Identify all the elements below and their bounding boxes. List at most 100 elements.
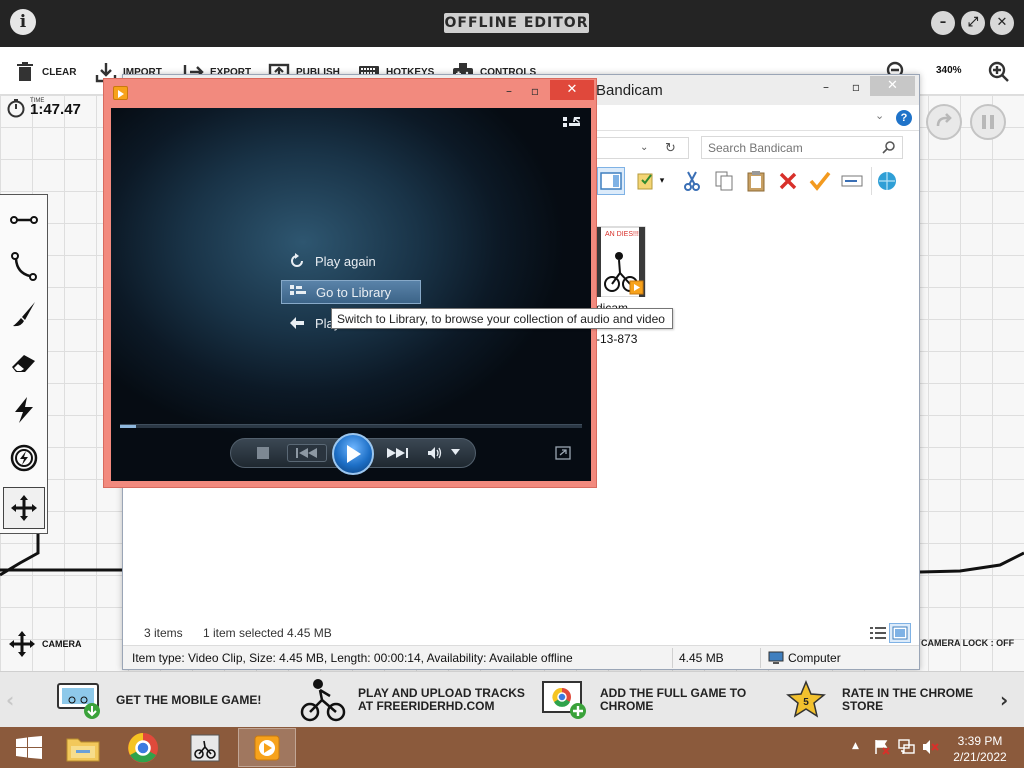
promo-add-to-chrome[interactable]: ADD THE FULL GAME TO CHROME <box>542 678 746 722</box>
clear-button[interactable]: CLEAR <box>14 60 76 84</box>
seek-progress <box>120 425 137 428</box>
curve-tool[interactable] <box>3 245 45 287</box>
seek-bar[interactable] <box>120 424 582 428</box>
video-area[interactable]: Play again Go to Library Play <box>111 108 591 481</box>
stop-button[interactable] <box>257 447 269 459</box>
delete-button[interactable] <box>775 167 801 195</box>
pause-icon <box>982 115 994 129</box>
eraser-tool[interactable] <box>3 341 45 383</box>
help-icon[interactable]: ? <box>896 110 912 126</box>
power-up-icon <box>10 444 38 472</box>
search-input[interactable] <box>708 140 876 156</box>
network-icon[interactable] <box>898 739 916 755</box>
switch-to-library-icon[interactable] <box>563 117 581 138</box>
clock-date: 2/21/2022 <box>953 750 1007 764</box>
player-minimize-button[interactable]: – <box>496 82 522 100</box>
camera-button[interactable]: CAMERA <box>8 630 82 658</box>
player-maximize-button[interactable]: ▫ <box>522 82 548 100</box>
clock-time: 3:39 PM <box>957 734 1003 748</box>
details-location: Computer <box>788 651 841 665</box>
details-view-button[interactable] <box>868 624 888 642</box>
taskbar-chrome[interactable] <box>114 728 172 767</box>
volume-muted-icon[interactable] <box>922 739 940 755</box>
straight-line-tool[interactable] <box>3 199 45 241</box>
explorer-minimize-button[interactable]: – <box>813 77 839 97</box>
bandicam-button[interactable] <box>871 167 901 195</box>
promo-rate[interactable]: 5 RATE IN THE CHROME STORE <box>782 678 973 722</box>
info-icon[interactable]: i <box>10 9 36 35</box>
move-tool[interactable] <box>3 487 45 529</box>
rename-button[interactable] <box>839 167 865 195</box>
explorer-maximize-button[interactable]: ▫ <box>843 77 869 97</box>
next-button[interactable] <box>381 444 415 462</box>
player-close-button[interactable]: ✕ <box>550 80 594 100</box>
explorer-close-button[interactable]: ✕ <box>870 76 915 96</box>
promo-prev-icon[interactable]: ‹ <box>6 688 14 712</box>
video-file-thumbnail[interactable]: AN DIES!!! <box>593 225 647 298</box>
pause-button[interactable] <box>970 104 1006 140</box>
zoom-level: 340% <box>936 65 962 76</box>
brush-icon <box>13 302 35 327</box>
chevron-down-icon <box>451 449 460 455</box>
checkmark-icon <box>809 171 831 191</box>
taskbar-media-player[interactable] <box>238 728 296 767</box>
redo-button[interactable] <box>926 104 962 140</box>
search-icon <box>882 141 895 154</box>
minimize-button[interactable]: – <box>931 11 955 35</box>
camera-lock-toggle[interactable]: CAMERA LOCK : OFF <box>921 638 1014 648</box>
refresh-icon[interactable]: ↻ <box>665 141 685 159</box>
preview-pane-button[interactable] <box>597 167 625 195</box>
paste-button[interactable] <box>743 167 769 195</box>
details-view-icon <box>870 627 886 639</box>
mute-button[interactable] <box>427 446 443 460</box>
file-explorer-icon <box>66 738 100 761</box>
ribbon-collapse-icon[interactable]: ⌄ <box>875 109 884 122</box>
play-again-label: Play again <box>315 253 376 269</box>
action-center-icon[interactable] <box>874 739 890 755</box>
previous-button[interactable] <box>287 444 327 462</box>
search-field[interactable] <box>701 136 903 159</box>
promo-upload-tracks[interactable]: PLAY AND UPLOAD TRACKS AT FREERIDERHD.CO… <box>300 678 525 722</box>
start-icon <box>16 735 42 759</box>
power-up-tool[interactable] <box>3 437 45 479</box>
taskbar-free-rider[interactable] <box>176 728 234 767</box>
zoom-in-button[interactable] <box>988 60 1010 84</box>
taskbar-file-explorer[interactable] <box>54 728 112 767</box>
camera-label: CAMERA <box>42 639 82 649</box>
address-dropdown-icon[interactable]: ⌄ <box>640 142 648 153</box>
start-button[interactable] <box>0 728 58 767</box>
selection-info: 1 item selected 4.45 MB <box>203 626 332 640</box>
boost-tool[interactable] <box>3 389 45 431</box>
brush-tool[interactable] <box>3 293 45 335</box>
go-to-library-option[interactable]: Go to Library <box>281 280 421 304</box>
thumbnail-caption: AN DIES!!! <box>605 231 639 238</box>
computer-icon <box>768 651 784 664</box>
select-button[interactable] <box>807 167 833 195</box>
promo-next-icon[interactable]: › <box>1000 688 1008 712</box>
app-title: OFFLINE EDITOR <box>444 13 589 33</box>
close-button[interactable]: ✕ <box>990 11 1014 35</box>
chrome-browser-icon <box>542 681 586 719</box>
play-icon <box>347 445 361 463</box>
show-hidden-icons[interactable]: ▲ <box>852 741 859 751</box>
delete-icon <box>779 172 797 190</box>
copy-button[interactable] <box>711 167 737 195</box>
explorer-details-bar: Item type: Video Clip, Size: 4.45 MB, Le… <box>123 645 919 669</box>
library-tooltip: Switch to Library, to browse your collec… <box>331 308 673 329</box>
fullscreen-button[interactable] <box>555 446 571 465</box>
timer-label: TIME <box>30 98 45 104</box>
promo-mobile-game[interactable]: GET THE MOBILE GAME! <box>56 678 261 722</box>
race-timer: TIME 1:47.47 <box>6 97 81 118</box>
properties-dropdown-icon[interactable]: ▾ <box>655 167 669 195</box>
cut-button[interactable] <box>679 167 705 195</box>
maximize-button[interactable]: ⤢ <box>961 11 985 35</box>
properties-icon <box>637 173 653 190</box>
system-clock[interactable]: 3:39 PM 2/21/2022 <box>944 733 1016 765</box>
zoom-in-icon <box>988 61 1009 82</box>
preview-pane-icon <box>600 172 622 190</box>
large-icons-view-button[interactable] <box>889 623 911 643</box>
volume-dropdown-button[interactable] <box>451 449 460 455</box>
play-again-option[interactable]: Play again <box>281 249 421 273</box>
play-button[interactable] <box>332 433 374 475</box>
promo-mobile-text: GET THE MOBILE GAME! <box>116 692 262 707</box>
